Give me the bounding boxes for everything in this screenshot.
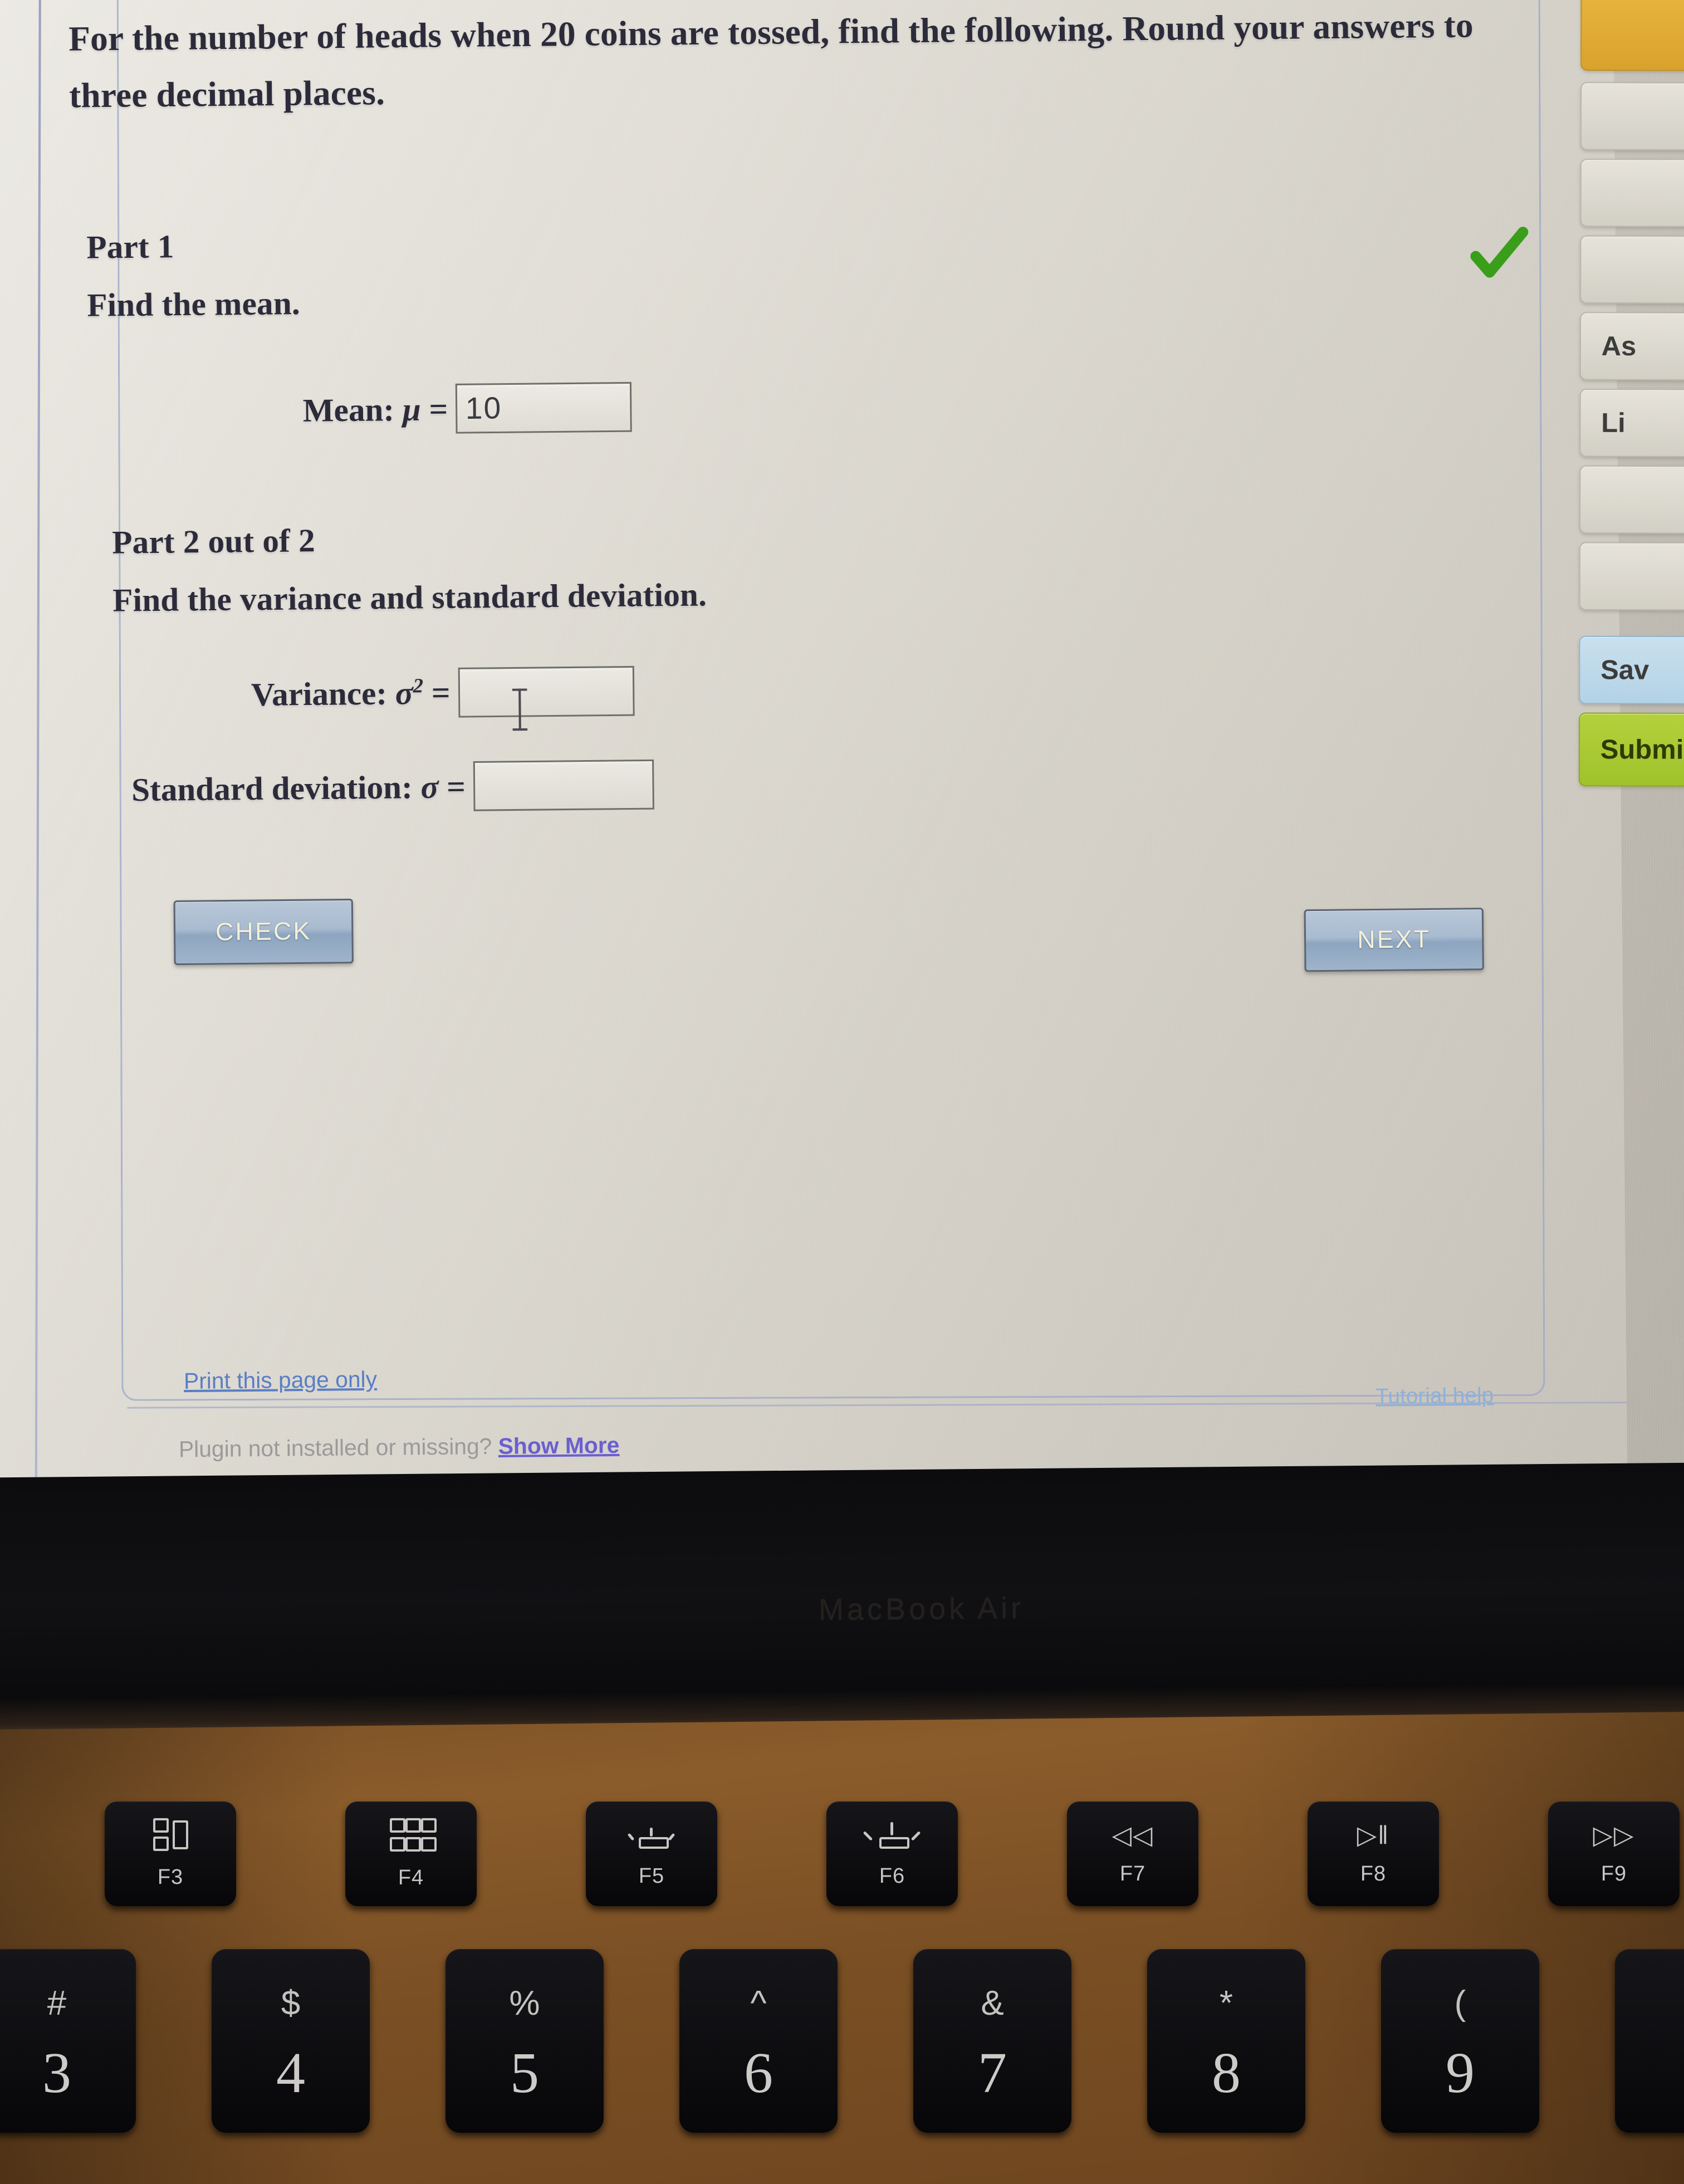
- standard-deviation-field-row: Standard deviation: σ =: [131, 759, 654, 815]
- variance-equals-sign: =: [431, 674, 451, 712]
- key-f5[interactable]: F5: [586, 1801, 717, 1906]
- variance-label: Variance: σ2 =: [251, 674, 450, 714]
- sidebar-item-assignment[interactable]: As: [1579, 312, 1684, 381]
- key-f3-label: F3: [157, 1865, 184, 1889]
- browser-page: [0, 0, 1628, 1496]
- key-f9-label: F9: [1600, 1862, 1627, 1886]
- key-6[interactable]: ^ 6: [679, 1949, 838, 2133]
- key-3[interactable]: # 3: [0, 1949, 136, 2133]
- key-f3[interactable]: F3: [105, 1801, 236, 1906]
- part2-instruction: Find the variance and standard deviation…: [112, 576, 707, 619]
- key-f8[interactable]: ▷‖ F8: [1308, 1801, 1439, 1906]
- key-4[interactable]: $ 4: [212, 1949, 370, 2133]
- keyboard-brightness-up-icon: [863, 1820, 921, 1850]
- next-button[interactable]: NEXT: [1304, 908, 1484, 972]
- mean-equals-sign: =: [429, 390, 448, 428]
- key-f4-label: F4: [398, 1865, 424, 1889]
- key-f4[interactable]: F4: [345, 1801, 477, 1906]
- sd-label-text: Standard deviation:: [131, 768, 413, 808]
- mean-label: Mean: μ =: [302, 390, 448, 429]
- mean-input[interactable]: 10: [456, 381, 633, 434]
- mu-symbol: μ: [402, 390, 422, 428]
- print-page-link[interactable]: Print this page only: [184, 1367, 377, 1394]
- sidebar-item-6[interactable]: [1579, 465, 1684, 535]
- rewind-icon: ◁◁: [1112, 1820, 1154, 1849]
- sidebar-item-0[interactable]: [1580, 0, 1684, 71]
- key-f7-label: F7: [1119, 1862, 1146, 1886]
- sd-sigma-symbol: σ: [420, 768, 439, 805]
- sigma-symbol: σ: [395, 674, 414, 712]
- key-3-shift: #: [47, 1984, 67, 2023]
- sd-equals-sign: =: [446, 767, 466, 805]
- check-button[interactable]: CHECK: [173, 898, 354, 966]
- key-4-digit: 4: [276, 2041, 305, 2105]
- key-6-digit: 6: [744, 2041, 773, 2105]
- variance-input[interactable]: [458, 665, 635, 718]
- key-8-shift: *: [1219, 1984, 1233, 2023]
- key-f7[interactable]: ◁◁ F7: [1067, 1801, 1198, 1906]
- sidebar-item-7[interactable]: [1579, 542, 1684, 611]
- show-more-link[interactable]: Show More: [498, 1433, 620, 1459]
- launchpad-icon: [390, 1818, 437, 1852]
- key-0[interactable]: [1615, 1949, 1684, 2133]
- fast-forward-icon: ▷▷: [1593, 1820, 1635, 1849]
- sidebar-item-3[interactable]: [1580, 235, 1684, 304]
- part1-heading: Part 1: [86, 228, 174, 266]
- sidebar-item-links[interactable]: Li: [1579, 389, 1684, 458]
- part1-instruction: Find the mean.: [87, 285, 301, 324]
- key-6-shift: ^: [750, 1984, 767, 2023]
- key-3-digit: 3: [42, 2041, 71, 2105]
- key-f6[interactable]: F6: [826, 1801, 958, 1906]
- key-8[interactable]: * 8: [1147, 1949, 1305, 2133]
- play-pause-icon: ▷‖: [1357, 1820, 1390, 1849]
- question-prompt-line2: three decimal places.: [68, 74, 385, 115]
- sidebar-item-1[interactable]: [1580, 82, 1684, 151]
- variance-label-text: Variance:: [251, 675, 388, 713]
- key-5-digit: 5: [510, 2041, 539, 2105]
- sigma-exponent: 2: [413, 674, 424, 698]
- key-9-shift: (: [1454, 1984, 1466, 2023]
- key-4-shift: $: [281, 1984, 301, 2023]
- part2-heading: Part 2 out of 2: [111, 522, 316, 561]
- key-9[interactable]: ( 9: [1381, 1949, 1539, 2133]
- macbook-brand-label: MacBook Air: [818, 1591, 1025, 1627]
- standard-deviation-input[interactable]: [473, 759, 654, 811]
- mission-control-icon: [153, 1818, 188, 1851]
- key-7-shift: &: [981, 1984, 1004, 2023]
- key-8-digit: 8: [1212, 2041, 1241, 2105]
- sidebar-save-button[interactable]: Sav: [1579, 635, 1684, 705]
- key-9-digit: 9: [1446, 2041, 1475, 2105]
- sidebar-item-2[interactable]: [1580, 159, 1684, 228]
- right-sidebar: As Li Sav Submit: [1578, 0, 1684, 1020]
- standard-deviation-label: Standard deviation: σ =: [131, 767, 466, 809]
- mean-label-text: Mean:: [302, 390, 395, 429]
- screen-bezel: [0, 1462, 1684, 1706]
- key-f6-label: F6: [879, 1864, 905, 1888]
- laptop-screen: For the number of heads when 20 coins ar…: [0, 0, 1684, 1525]
- key-7[interactable]: & 7: [913, 1949, 1071, 2133]
- plugin-notice: Plugin not installed or missing? Show Mo…: [179, 1433, 620, 1462]
- mean-field-row: Mean: μ = 10: [302, 381, 633, 435]
- plugin-notice-text: Plugin not installed or missing?: [178, 1434, 492, 1462]
- keyboard-brightness-down-icon: [626, 1820, 677, 1850]
- key-5[interactable]: % 5: [446, 1949, 604, 2133]
- sidebar-submit-button[interactable]: Submit: [1578, 712, 1684, 787]
- green-check-icon: [1467, 224, 1530, 287]
- key-5-shift: %: [509, 1984, 540, 2023]
- key-7-digit: 7: [978, 2041, 1007, 2105]
- variance-field-row: Variance: σ2 =: [251, 665, 635, 719]
- key-f5-label: F5: [638, 1864, 665, 1888]
- tutorial-help-link[interactable]: Tutorial help: [1375, 1384, 1494, 1409]
- screenshot-root: For the number of heads when 20 coins ar…: [0, 0, 1684, 2184]
- key-f8-label: F8: [1360, 1862, 1387, 1886]
- key-f9[interactable]: ▷▷ F9: [1548, 1801, 1680, 1906]
